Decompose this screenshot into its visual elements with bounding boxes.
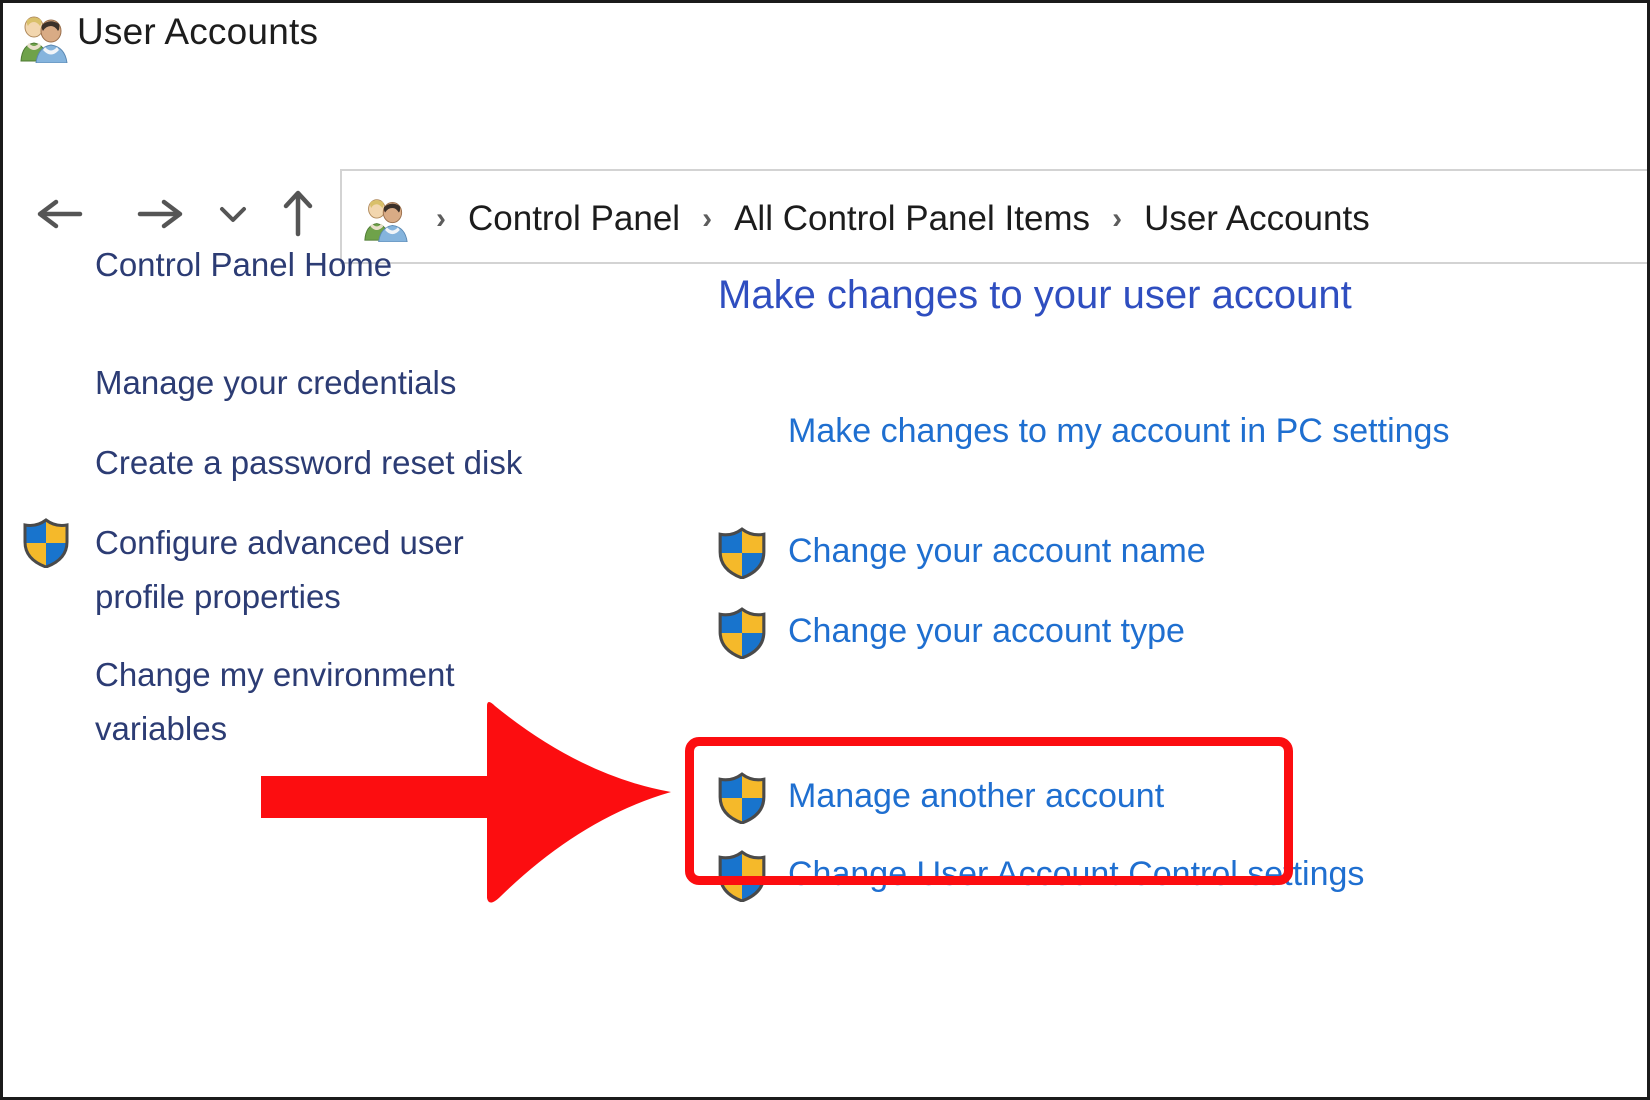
uac-shield-icon: [718, 607, 766, 659]
link-make-changes-to-my-account-in-pc-settings[interactable]: Make changes to my account in PC setting…: [788, 403, 1449, 459]
navigation-bar: › Control Panel › All Control Panel Item…: [3, 81, 1647, 264]
up-arrow-icon[interactable]: [269, 185, 327, 243]
sidebar-item-label: Manage your credentials: [95, 364, 457, 401]
link-change-your-account-type[interactable]: Change your account type: [788, 603, 1185, 659]
link-change-your-account-name[interactable]: Change your account name: [788, 523, 1206, 579]
breadcrumb-separator: ›: [436, 201, 446, 235]
uac-shield-icon: [23, 518, 69, 568]
sidebar-item-label: Create a password reset disk: [95, 444, 523, 481]
breadcrumb-item-control-panel[interactable]: Control Panel: [464, 199, 684, 239]
user-accounts-icon: [20, 16, 68, 63]
user-accounts-icon[interactable]: [360, 196, 412, 242]
uac-shield-icon: [718, 527, 766, 579]
link-manage-another-account[interactable]: Manage another account: [788, 768, 1164, 824]
window-title: User Accounts: [77, 11, 319, 52]
sidebar-item-label: Configure advanced user profile properti…: [95, 524, 464, 615]
uac-shield-icon: [718, 850, 766, 902]
title-bar: User Accounts: [3, 3, 1647, 81]
breadcrumb-item-all-control-panel-items[interactable]: All Control Panel Items: [730, 199, 1094, 239]
back-arrow-icon[interactable]: [31, 185, 89, 243]
address-bar[interactable]: › Control Panel › All Control Panel Item…: [340, 169, 1647, 266]
breadcrumb-separator: ›: [1112, 201, 1123, 235]
breadcrumb: › Control Panel › All Control Panel Item…: [354, 171, 1374, 266]
page-title: Make changes to your user account: [718, 273, 1352, 317]
sidebar-item-label: Control Panel Home: [95, 246, 393, 283]
forward-arrow-icon[interactable]: [131, 185, 189, 243]
sidebar-item-label: Change my environment variables: [95, 656, 455, 747]
breadcrumb-item-user-accounts[interactable]: User Accounts: [1140, 199, 1374, 239]
breadcrumb-separator: ›: [702, 201, 713, 235]
control-panel-window: User Accounts › Control Panel › All Cont…: [0, 0, 1650, 1100]
link-change-user-account-control-settings[interactable]: Change User Account Control settings: [788, 846, 1364, 902]
uac-shield-icon: [718, 772, 766, 824]
chevron-down-icon[interactable]: [211, 185, 255, 243]
